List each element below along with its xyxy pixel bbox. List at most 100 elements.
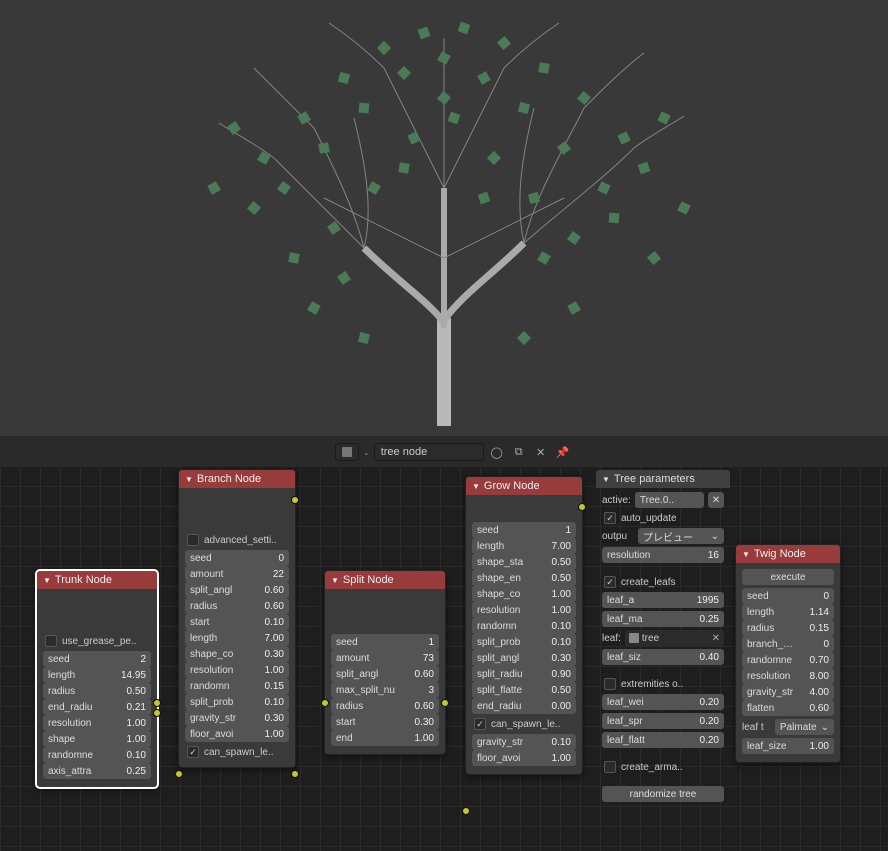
trunk-prop-field[interactable]: axis_attra0.25 <box>43 763 151 779</box>
branch-prop-field[interactable]: length7.00 <box>185 630 289 646</box>
leaf-type-select[interactable]: Palmate <box>775 719 834 735</box>
create-leafs-checkbox[interactable]: create_leafs <box>602 575 724 589</box>
grow-prop-field[interactable]: gravity_str0.10 <box>472 734 576 750</box>
clear-active-button[interactable]: ✕ <box>708 492 724 508</box>
can-spawn-leaves-checkbox[interactable]: can_spawn_le.. <box>472 717 576 731</box>
split-prop-field[interactable]: amount73 <box>331 650 439 666</box>
leaf-flatt-field[interactable]: leaf_flatt0.20 <box>602 732 724 748</box>
twig-prop-field[interactable]: seed0 <box>742 588 834 604</box>
grow-prop-field[interactable]: shape_sta0.50 <box>472 554 576 570</box>
extremities-checkbox[interactable]: extremities o.. <box>602 677 724 691</box>
branch-prop-field[interactable]: floor_avoi1.00 <box>185 726 289 742</box>
grow-prop-field[interactable]: shape_en0.50 <box>472 570 576 586</box>
grow-prop-field[interactable]: split_angl0.30 <box>472 650 576 666</box>
branch-prop-field[interactable]: randomn0.15 <box>185 678 289 694</box>
output-mode-select[interactable]: プレビュー <box>638 528 724 544</box>
randomize-tree-button[interactable]: randomize tree <box>602 786 724 802</box>
twig-prop-field[interactable]: length1.14 <box>742 604 834 620</box>
trunk-prop-field[interactable]: seed2 <box>43 651 151 667</box>
input-socket[interactable] <box>175 770 183 778</box>
output-socket[interactable] <box>153 709 161 717</box>
branch-prop-field[interactable]: split_prob0.10 <box>185 694 289 710</box>
branch-prop-field[interactable]: start0.10 <box>185 614 289 630</box>
split-prop-field[interactable]: split_angl0.60 <box>331 666 439 682</box>
branch-prop-field[interactable]: amount22 <box>185 566 289 582</box>
split-prop-field[interactable]: radius0.60 <box>331 698 439 714</box>
execute-button[interactable]: execute <box>742 569 834 585</box>
split-node[interactable]: Split Node seed1amount73split_angl0.60ma… <box>324 570 446 755</box>
grow-prop-field[interactable]: floor_avoi1.00 <box>472 750 576 766</box>
output-socket[interactable] <box>291 770 299 778</box>
auto-update-checkbox[interactable]: auto_update <box>602 511 724 525</box>
node-header[interactable]: Trunk Node <box>37 571 157 589</box>
advanced-settings-checkbox[interactable]: advanced_setti.. <box>185 533 289 547</box>
trunk-prop-field[interactable]: resolution1.00 <box>43 715 151 731</box>
twig-node[interactable]: Twig Node execute seed0length1.14radius0… <box>735 544 841 763</box>
leaf-a-field[interactable]: leaf_a1995 <box>602 592 724 608</box>
node-header[interactable]: Grow Node <box>466 477 582 495</box>
grow-prop-field[interactable]: randomn0.10 <box>472 618 576 634</box>
panel-header[interactable]: Tree parameters <box>596 470 730 488</box>
twig-prop-field[interactable]: branch_num0 <box>742 636 834 652</box>
trunk-prop-field[interactable]: radius0.50 <box>43 683 151 699</box>
twig-prop-field[interactable]: radius0.15 <box>742 620 834 636</box>
output-socket[interactable] <box>153 699 161 707</box>
leaf-wei-field[interactable]: leaf_wei0.20 <box>602 694 724 710</box>
use-grease-pencil-checkbox[interactable]: use_grease_pe.. <box>43 634 151 648</box>
trunk-prop-field[interactable]: length14.95 <box>43 667 151 683</box>
node-editor[interactable]: Trunk Node use_grease_pe.. seed2length14… <box>0 466 888 851</box>
node-header[interactable]: Branch Node <box>179 470 295 488</box>
trunk-prop-field[interactable]: shape1.00 <box>43 731 151 747</box>
leaf-size-field[interactable]: leaf_size1.00 <box>742 738 834 754</box>
output-socket[interactable] <box>441 699 449 707</box>
node-header[interactable]: Split Node <box>325 571 445 589</box>
branch-prop-field[interactable]: radius0.60 <box>185 598 289 614</box>
node-editor-type-dropdown[interactable] <box>335 443 359 461</box>
split-prop-field[interactable]: seed1 <box>331 634 439 650</box>
split-prop-field[interactable]: max_split_nu3 <box>331 682 439 698</box>
can-spawn-leaves-checkbox[interactable]: can_spawn_le.. <box>185 745 289 759</box>
grow-prop-field[interactable]: end_radiu0.00 <box>472 698 576 714</box>
split-prop-field[interactable]: start0.30 <box>331 714 439 730</box>
branch-prop-field[interactable]: split_angl0.60 <box>185 582 289 598</box>
grow-prop-field[interactable]: seed1 <box>472 522 576 538</box>
shield-icon[interactable]: ◯ <box>488 443 506 461</box>
branch-prop-field[interactable]: shape_co0.30 <box>185 646 289 662</box>
grow-prop-field[interactable]: split_prob0.10 <box>472 634 576 650</box>
input-socket[interactable] <box>462 807 470 815</box>
input-socket[interactable] <box>321 699 329 707</box>
split-prop-field[interactable]: end1.00 <box>331 730 439 746</box>
grow-prop-field[interactable]: shape_co1.00 <box>472 586 576 602</box>
trunk-prop-field[interactable]: randomne0.10 <box>43 747 151 763</box>
branch-node[interactable]: Branch Node advanced_setti.. seed0amount… <box>178 469 296 768</box>
leaf-ma-field[interactable]: leaf_ma0.25 <box>602 611 724 627</box>
twig-prop-field[interactable]: resolution8.00 <box>742 668 834 684</box>
close-icon[interactable]: ✕ <box>532 443 550 461</box>
trunk-prop-field[interactable]: end_radiu0.21 <box>43 699 151 715</box>
grow-prop-field[interactable]: split_radiu0.90 <box>472 666 576 682</box>
node-group-name-input[interactable] <box>374 443 484 461</box>
output-socket[interactable] <box>578 503 586 511</box>
output-socket[interactable] <box>291 496 299 504</box>
twig-prop-field[interactable]: randomne0.70 <box>742 652 834 668</box>
trunk-node[interactable]: Trunk Node use_grease_pe.. seed2length14… <box>36 570 158 788</box>
resolution-field[interactable]: resolution16 <box>602 547 724 563</box>
leaf-object-picker[interactable]: tree✕ <box>625 630 724 646</box>
grow-prop-field[interactable]: split_flatte0.50 <box>472 682 576 698</box>
branch-prop-field[interactable]: seed0 <box>185 550 289 566</box>
close-icon[interactable]: ✕ <box>712 633 720 644</box>
leaf-spr-field[interactable]: leaf_spr0.20 <box>602 713 724 729</box>
copy-icon[interactable]: ⧉ <box>510 443 528 461</box>
grow-prop-field[interactable]: resolution1.00 <box>472 602 576 618</box>
create-armature-checkbox[interactable]: create_arma.. <box>602 760 724 774</box>
grow-prop-field[interactable]: length7.00 <box>472 538 576 554</box>
twig-prop-field[interactable]: flatten0.60 <box>742 700 834 716</box>
pin-icon[interactable]: 📌 <box>554 443 572 461</box>
viewport-3d[interactable] <box>0 0 888 436</box>
branch-prop-field[interactable]: resolution1.00 <box>185 662 289 678</box>
leaf-siz-field[interactable]: leaf_siz0.40 <box>602 649 724 665</box>
grow-node[interactable]: Grow Node seed1length7.00shape_sta0.50sh… <box>465 476 583 775</box>
branch-prop-field[interactable]: gravity_str0.30 <box>185 710 289 726</box>
twig-prop-field[interactable]: gravity_str4.00 <box>742 684 834 700</box>
node-header[interactable]: Twig Node <box>736 545 840 563</box>
